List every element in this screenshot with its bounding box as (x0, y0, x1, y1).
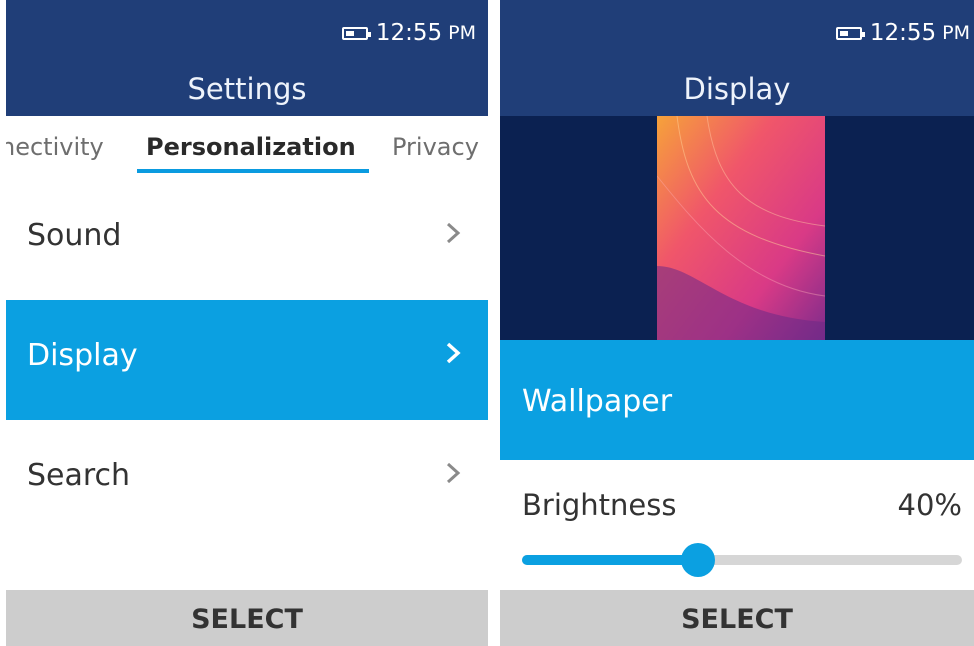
header-bar: 12:55 PM Display (500, 0, 974, 116)
menu-item-label: Display (27, 338, 138, 373)
menu-item-label: Sound (27, 218, 122, 253)
clock-time: 12:55 (375, 20, 443, 46)
clock-ampm: PM (942, 22, 970, 44)
battery-icon (835, 26, 865, 40)
wallpaper-preview (500, 116, 974, 340)
chevron-right-icon (446, 222, 461, 244)
chevron-right-icon (446, 342, 461, 364)
menu-item-partial (6, 540, 488, 580)
status-bar: 12:55 PM (341, 20, 476, 46)
brightness-value: 40% (897, 488, 962, 522)
brightness-slider-fill (522, 555, 698, 565)
wallpaper-label: Wallpaper (522, 384, 673, 419)
menu-item-search[interactable]: Search (6, 420, 488, 540)
clock-time: 12:55 (869, 20, 937, 46)
menu-item-display[interactable]: Display (6, 300, 488, 420)
select-softkey[interactable]: SELECT (500, 590, 974, 646)
menu-item-label: Search (27, 458, 131, 493)
header-bar: 12:55 PM Settings (6, 0, 488, 116)
active-tab-indicator (137, 169, 369, 173)
brightness-item[interactable]: Brightness 40% (500, 460, 974, 590)
clock-ampm: PM (448, 22, 476, 44)
tab-connectivity[interactable]: nectivity (6, 133, 104, 161)
display-screen: 12:55 PM Display Wallpaper Brightness 40… (500, 0, 974, 646)
wallpaper-item[interactable]: Wallpaper (500, 340, 974, 460)
tab-strip: nectivity Personalization Privacy (6, 116, 488, 180)
wallpaper-thumbnail (657, 116, 825, 340)
settings-screen: 12:55 PM Settings nectivity Personalizat… (6, 0, 488, 646)
page-title: Display (683, 72, 791, 106)
brightness-slider-thumb[interactable] (681, 543, 715, 577)
tab-privacy[interactable]: Privacy (392, 133, 479, 161)
status-bar: 12:55 PM (835, 20, 970, 46)
tab-personalization[interactable]: Personalization (146, 133, 356, 161)
chevron-right-icon (446, 462, 461, 484)
menu-item-sound[interactable]: Sound (6, 180, 488, 300)
page-title: Settings (187, 72, 307, 106)
battery-icon (341, 26, 371, 40)
brightness-label: Brightness (522, 488, 677, 522)
brightness-slider[interactable] (522, 543, 962, 577)
select-softkey[interactable]: SELECT (6, 590, 488, 646)
